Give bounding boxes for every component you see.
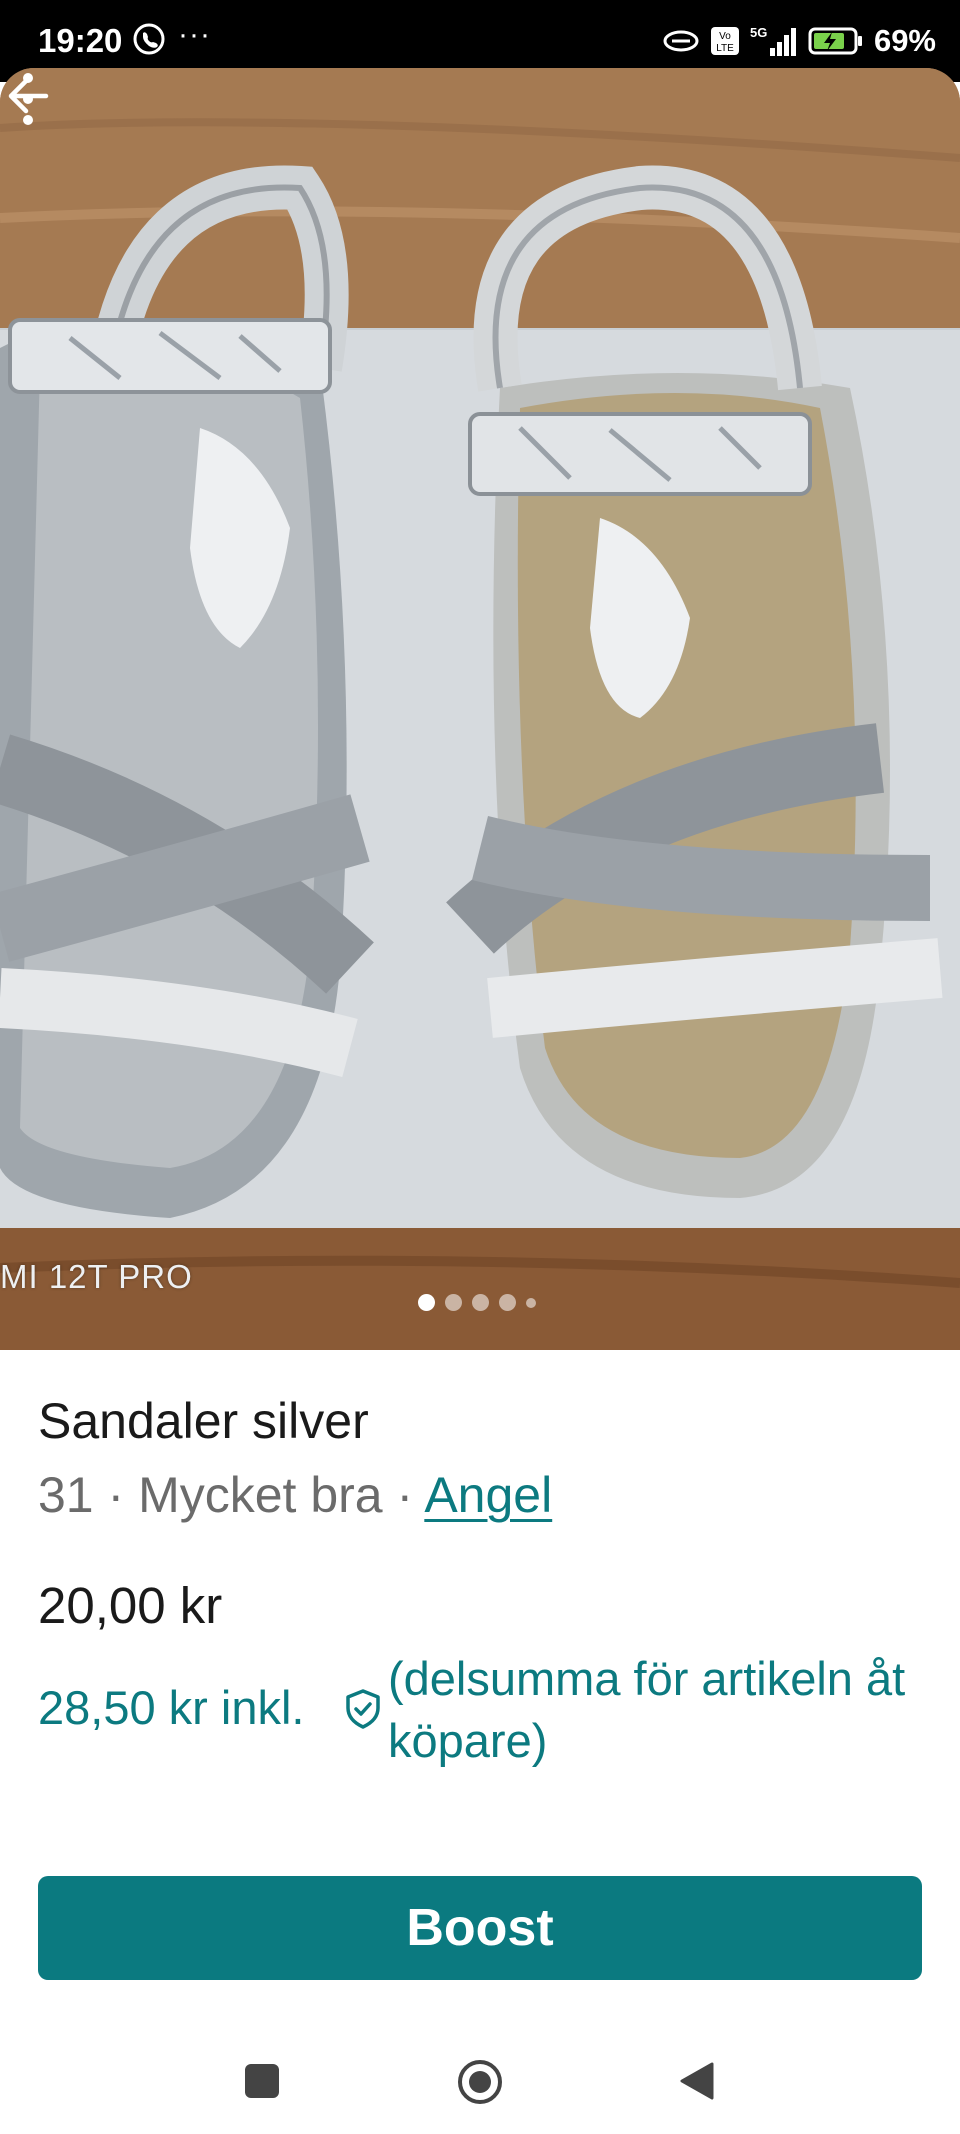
viber-icon <box>133 23 165 55</box>
notification-more-icon: ··· <box>178 18 211 51</box>
svg-text:LTE: LTE <box>716 43 734 54</box>
more-vertical-icon[interactable] <box>0 68 56 130</box>
signal-icon: 5G <box>750 25 796 56</box>
battery-percent: 69% <box>873 23 936 58</box>
buyer-price-amount: 28,50 kr <box>38 1681 208 1734</box>
listing-photo[interactable]: MI 12T PRO <box>0 68 960 1350</box>
meta-separator: · <box>107 1467 125 1523</box>
carousel-indicator[interactable] <box>418 1294 536 1311</box>
svg-text:Vo: Vo <box>719 31 731 42</box>
carousel-dot-2[interactable] <box>445 1294 462 1311</box>
carousel-dot-5[interactable] <box>526 1297 536 1308</box>
camera-watermark: MI 12T PRO <box>0 1258 193 1295</box>
recents-square-icon[interactable] <box>245 2064 279 2098</box>
buyer-price-incl: inkl. <box>220 1681 305 1734</box>
carousel-dot-3[interactable] <box>472 1294 489 1311</box>
listing-price: 20,00 kr <box>38 1577 223 1634</box>
listing-condition: Mycket bra <box>138 1467 383 1523</box>
volte-icon: Vo LTE <box>710 27 739 55</box>
status-right: Vo LTE 5G 69% <box>662 22 936 60</box>
buyer-price[interactable]: 28,50 kr inkl. <box>38 1680 304 1735</box>
back-triangle-icon[interactable] <box>676 2060 716 2102</box>
link-icon <box>663 30 699 52</box>
battery-icon <box>808 27 862 55</box>
sandals-image <box>0 68 960 1350</box>
meta-separator: · <box>396 1467 414 1523</box>
svg-text:5G: 5G <box>750 25 767 40</box>
buyer-price-note: (delsumma för artikeln åt köpare) <box>388 1652 906 1767</box>
brand-link[interactable]: Angel <box>424 1467 552 1523</box>
carousel-dot-4[interactable] <box>499 1294 516 1311</box>
home-circle-icon[interactable] <box>456 2058 504 2106</box>
status-time: 19:20 <box>38 22 123 59</box>
carousel-dot-1[interactable] <box>418 1294 435 1311</box>
system-nav-bar <box>0 2020 960 2134</box>
listing-size: 31 <box>38 1467 94 1523</box>
listing-title: Sandaler silver <box>38 1393 369 1449</box>
boost-button[interactable]: Boost <box>38 1876 922 1980</box>
listing-meta: 31 · Mycket bra · Angel <box>38 1466 552 1524</box>
shield-check-icon[interactable] <box>344 1688 382 1730</box>
